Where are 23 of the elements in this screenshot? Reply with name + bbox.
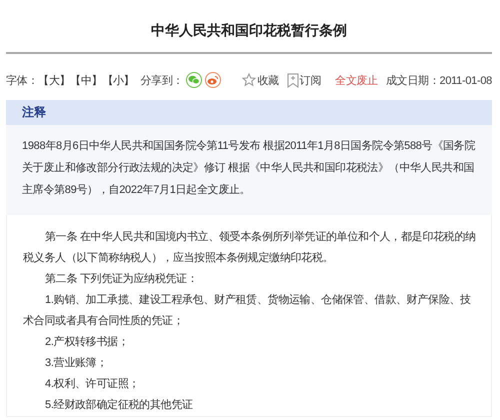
favorite-link[interactable]: 收藏 (257, 72, 279, 88)
article-paragraph: 2.产权转移书据； (44, 334, 130, 350)
page-title: 中华人民共和国印花税暂行条例 (150, 21, 348, 40)
font-size-label: 字体： (6, 74, 38, 88)
subscribe-link[interactable]: 订阅 (300, 72, 322, 88)
status-label: 全文废止 (335, 74, 378, 88)
chat-bubbles-icon[interactable] (186, 72, 202, 88)
article-paragraph: 4.权利、许可证照； (44, 377, 140, 392)
star-icon[interactable] (242, 73, 256, 87)
article-paragraph: 1.购销、加工承揽、建设工程承包、财产租赁、货物运输、仓储保管、借款、财产保险、技术合同或者具有合同性质的凭证； (23, 292, 472, 329)
share-label: 分享到： (140, 74, 184, 88)
note-text: 1988年8月6日中华人民共和国国务院令第11号发布 根据2011年1月8日国务院令第588号《国务院关于废止和修改部分行政法规的决定》修订 根据《中华人民共和国印花税法》（中华人民共和国主席令第89号），自2022年7月1日起全文废止。 (21, 139, 476, 198)
eye-logo-icon[interactable] (205, 72, 222, 88)
article-paragraph: 5.经财政部确定征税的其他凭证 (44, 398, 194, 413)
article-paragraph: 第一条 在中华人民共和国境内书立、领受本条例所列举凭证的单位和个人，都是印花税的纳税义务人（以下简称纳税人），应当按照本条例规定缴纳印花税。 (23, 230, 477, 266)
font-size-link[interactable]: 【大】 (38, 72, 70, 88)
font-size-link[interactable]: 【小】 (102, 72, 134, 88)
font-size-link[interactable]: 【中】 (70, 72, 102, 88)
date-label: 成文日期：2011-01-08 (386, 74, 492, 88)
note-heading: 注释 (6, 100, 492, 125)
bookmark-icon[interactable] (286, 72, 299, 88)
article-paragraph: 第二条 下列凭证为应纳税凭证： (44, 272, 199, 287)
article-paragraph: 3.营业账簿； (44, 356, 108, 371)
